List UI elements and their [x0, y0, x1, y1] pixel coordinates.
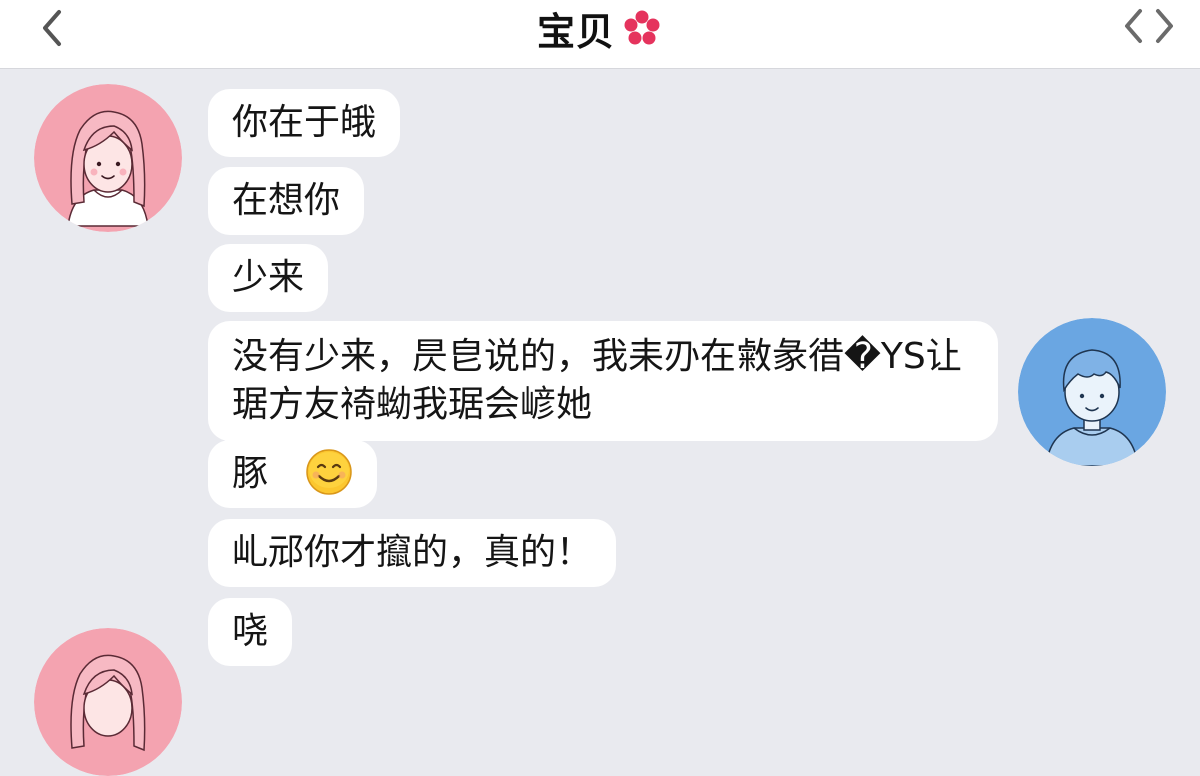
- chat-header: 宝贝: [0, 0, 1200, 69]
- message-bubble[interactable]: 少来: [208, 244, 329, 312]
- flower-icon: [624, 10, 660, 45]
- message-text: 乢邧你才攛的，真的！: [232, 532, 593, 573]
- chat-title: 宝贝: [536, 9, 615, 54]
- message-text: 在想你: [232, 180, 341, 221]
- female-avatar[interactable]: [34, 84, 182, 232]
- message-text-line: 没有少来，昃皀说的，我耒刅在敹彖徣�YS让: [232, 336, 962, 377]
- male-avatar[interactable]: [1018, 318, 1166, 466]
- female-avatar[interactable]: [34, 628, 182, 776]
- message-bubble[interactable]: 没有少来，昃皀说的，我耒刅在敹彖徣�YS让 琚方友䄎蚴我琚会嵃她: [208, 321, 998, 441]
- message-text: 你在于皒: [232, 102, 377, 143]
- message-text: 哓: [232, 611, 269, 652]
- smiling-face-emoji: [306, 449, 353, 495]
- message-text: 少来: [232, 257, 305, 298]
- message-bubble[interactable]: 在想你: [208, 167, 365, 235]
- message-bubble[interactable]: 你在于皒: [208, 89, 401, 157]
- title-area: 宝贝: [0, 0, 1200, 56]
- message-text-line: 琚方友䄎蚴我琚会嵃她: [232, 384, 593, 425]
- message-bubble[interactable]: 豚: [208, 440, 378, 508]
- code-button[interactable]: [1122, 6, 1176, 46]
- code-brackets-icon: [1125, 9, 1173, 43]
- message-bubble[interactable]: 乢邧你才攛的，真的！: [208, 519, 617, 587]
- message-bubble[interactable]: 哓: [208, 598, 293, 666]
- message-text: 豚: [232, 453, 269, 494]
